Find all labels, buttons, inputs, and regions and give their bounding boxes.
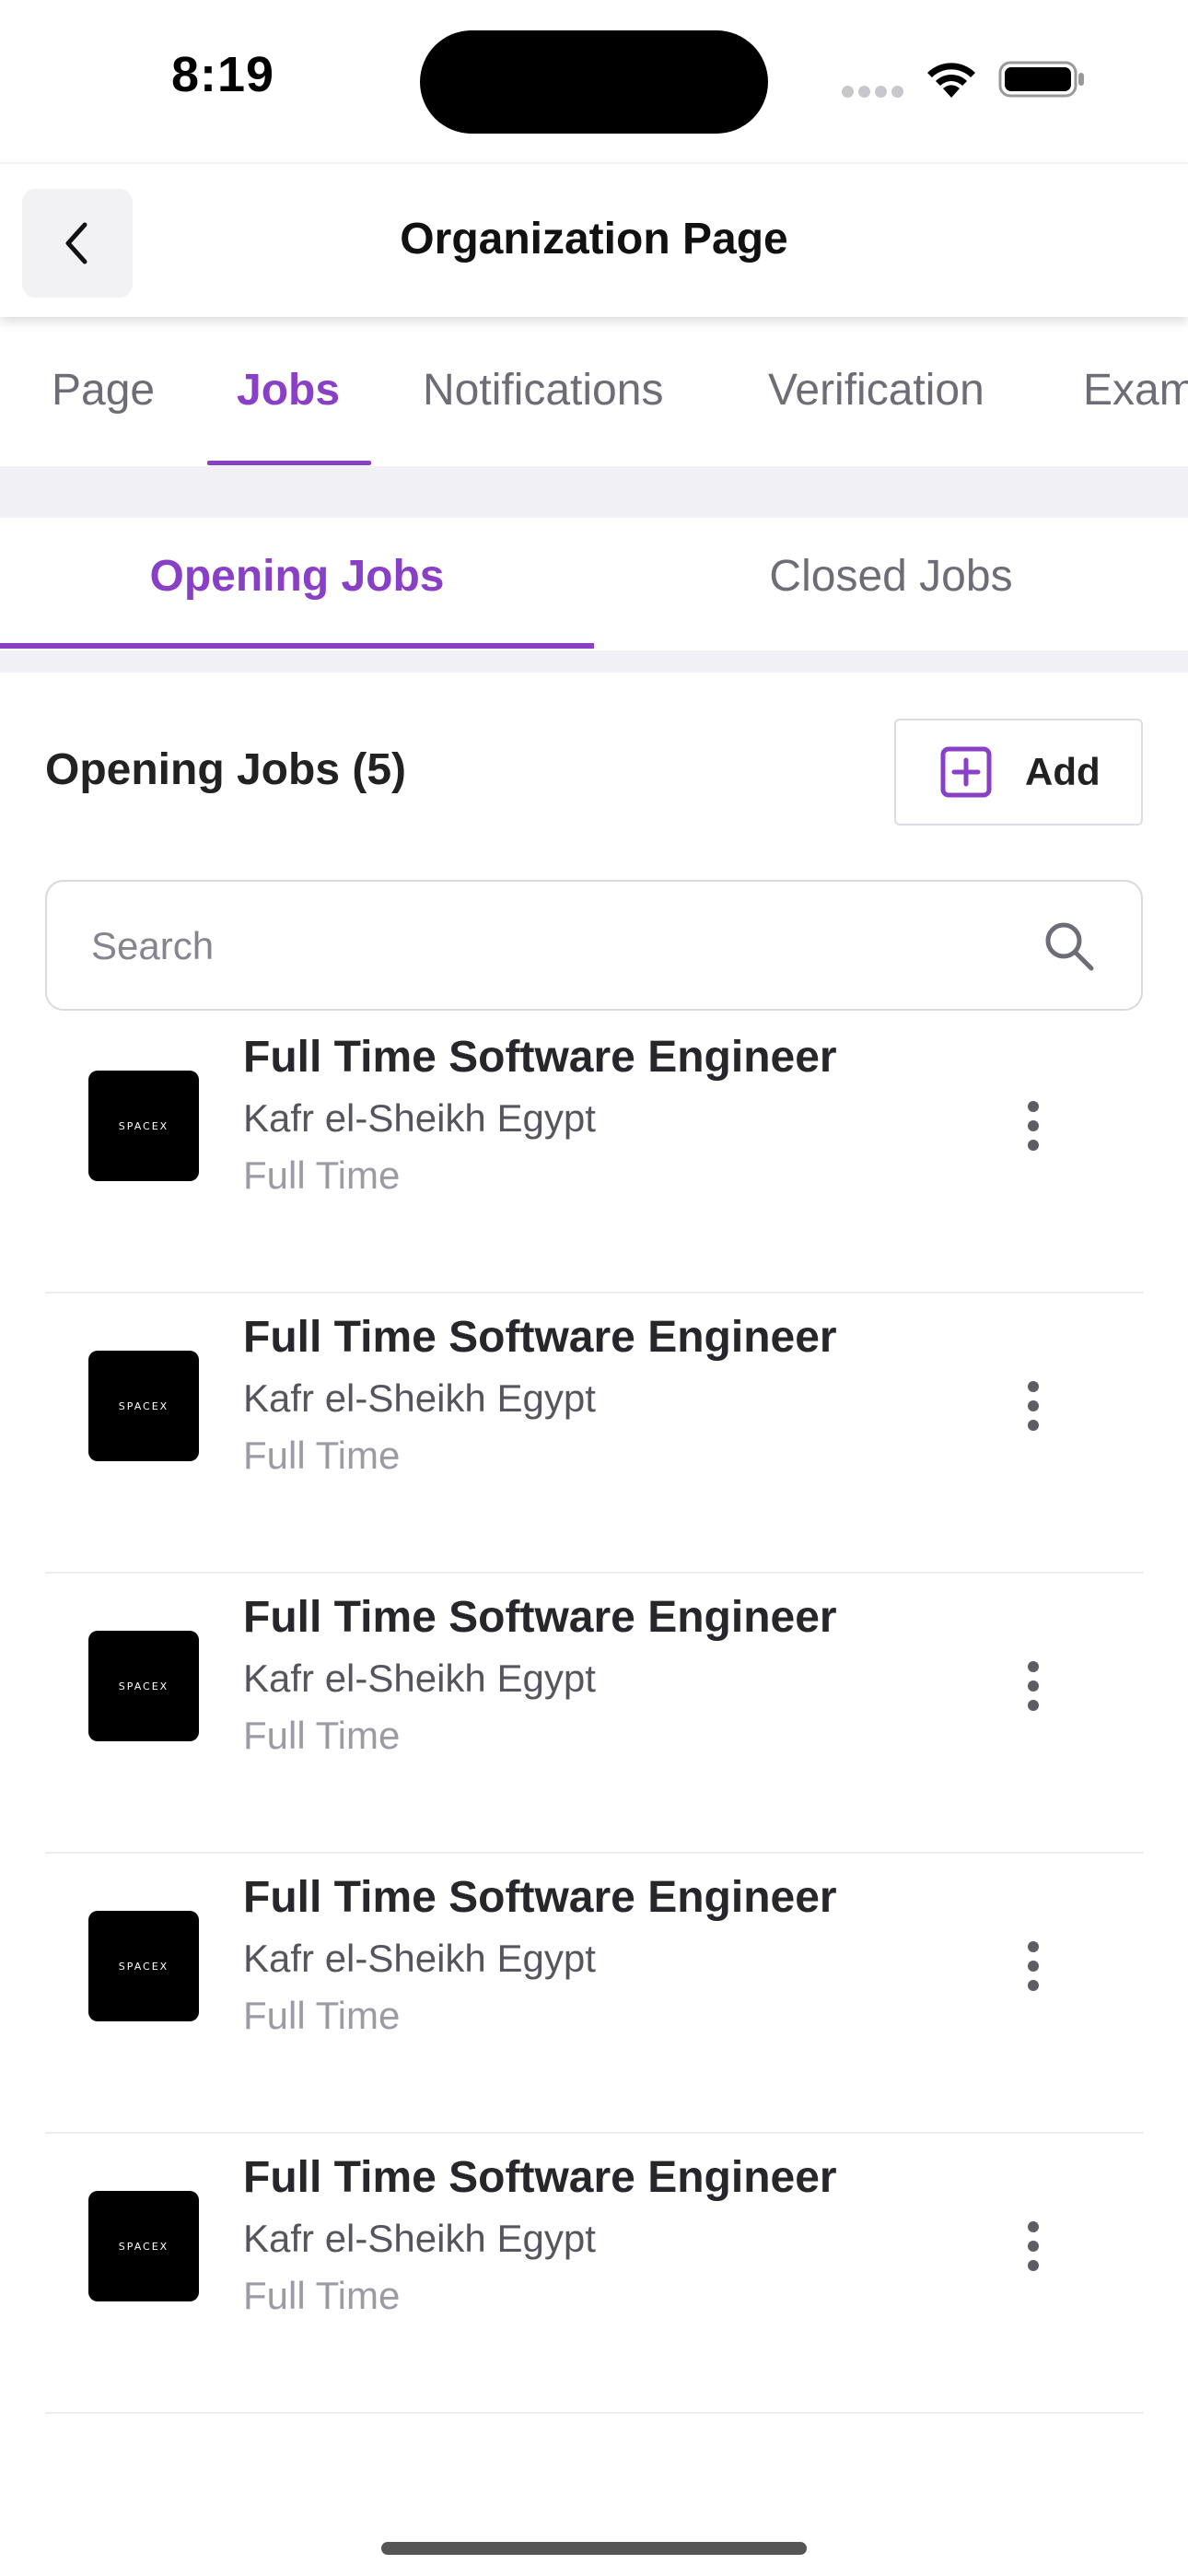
home-indicator[interactable] xyxy=(381,2542,807,2555)
job-title: Full Time Software Engineer xyxy=(243,1313,837,1362)
primary-tab-bar: Page Jobs Notifications Verification Exa… xyxy=(0,317,1188,466)
job-type: Full Time xyxy=(243,1434,401,1477)
section-title: Opening Jobs (5) xyxy=(45,745,407,794)
more-vertical-icon[interactable] xyxy=(1007,1369,1059,1443)
job-list-item[interactable]: SPACEX Full Time Software Engineer Kafr … xyxy=(0,1574,1188,1854)
add-job-button[interactable]: Add xyxy=(894,719,1143,825)
add-button-label: Add xyxy=(1025,750,1101,793)
company-logo: SPACEX xyxy=(88,1631,199,1741)
job-type: Full Time xyxy=(243,1714,401,1757)
plus-square-icon xyxy=(940,746,992,798)
tab-opening-jobs[interactable]: Opening Jobs xyxy=(0,551,594,602)
job-location: Kafr el-Sheikh Egypt xyxy=(243,1657,596,1700)
page-title: Organization Page xyxy=(400,215,788,263)
job-location: Kafr el-Sheikh Egypt xyxy=(243,1376,596,1420)
cellular-signal-icon xyxy=(842,86,904,99)
company-logo: SPACEX xyxy=(88,2191,199,2301)
section-separator xyxy=(0,650,1188,673)
tab-page[interactable]: Page xyxy=(52,365,155,416)
status-bar: 8:19 xyxy=(0,0,1188,162)
search-input[interactable] xyxy=(89,919,1010,974)
job-list-item[interactable]: SPACEX Full Time Software Engineer Kafr … xyxy=(0,1854,1188,2134)
job-type: Full Time xyxy=(243,2274,401,2317)
job-location: Kafr el-Sheikh Egypt xyxy=(243,1096,596,1140)
more-vertical-icon[interactable] xyxy=(1007,1649,1059,1723)
tab-jobs[interactable]: Jobs xyxy=(237,365,340,416)
tab-notifications[interactable]: Notifications xyxy=(423,365,663,416)
job-list-item[interactable]: SPACEX Full Time Software Engineer Kafr … xyxy=(0,1294,1188,1574)
app-header: Organization Page xyxy=(0,162,1188,317)
divider xyxy=(45,2412,1143,2414)
job-list: SPACEX Full Time Software Engineer Kafr … xyxy=(0,1013,1188,2414)
more-vertical-icon[interactable] xyxy=(1007,1929,1059,2003)
search-box xyxy=(45,880,1143,1011)
job-title: Full Time Software Engineer xyxy=(243,1593,837,1642)
status-time: 8:19 xyxy=(171,47,275,102)
active-subtab-indicator xyxy=(0,643,594,649)
job-title: Full Time Software Engineer xyxy=(243,1873,837,1922)
section-separator xyxy=(0,466,1188,518)
job-type: Full Time xyxy=(243,1153,401,1197)
wifi-icon xyxy=(927,63,975,98)
active-tab-indicator xyxy=(207,461,371,465)
company-logo: SPACEX xyxy=(88,1071,199,1181)
job-status-tab-bar: Opening Jobs Closed Jobs xyxy=(0,518,1188,650)
job-list-item[interactable]: SPACEX Full Time Software Engineer Kafr … xyxy=(0,1013,1188,1294)
search-icon[interactable] xyxy=(1042,919,1097,974)
company-logo: SPACEX xyxy=(88,1351,199,1461)
job-location: Kafr el-Sheikh Egypt xyxy=(243,2217,596,2260)
job-list-item[interactable]: SPACEX Full Time Software Engineer Kafr … xyxy=(0,2134,1188,2414)
battery-icon xyxy=(998,61,1084,98)
more-vertical-icon[interactable] xyxy=(1007,1089,1059,1163)
job-location: Kafr el-Sheikh Egypt xyxy=(243,1937,596,1980)
job-title: Full Time Software Engineer xyxy=(243,1033,837,1082)
tab-closed-jobs[interactable]: Closed Jobs xyxy=(594,551,1188,602)
job-title: Full Time Software Engineer xyxy=(243,2153,837,2202)
job-type: Full Time xyxy=(243,1994,401,2037)
dynamic-island xyxy=(420,30,768,134)
more-vertical-icon[interactable] xyxy=(1007,2209,1059,2283)
tab-verification[interactable]: Verification xyxy=(768,365,984,416)
tab-exam[interactable]: Exam xyxy=(1083,365,1188,416)
company-logo: SPACEX xyxy=(88,1911,199,2021)
